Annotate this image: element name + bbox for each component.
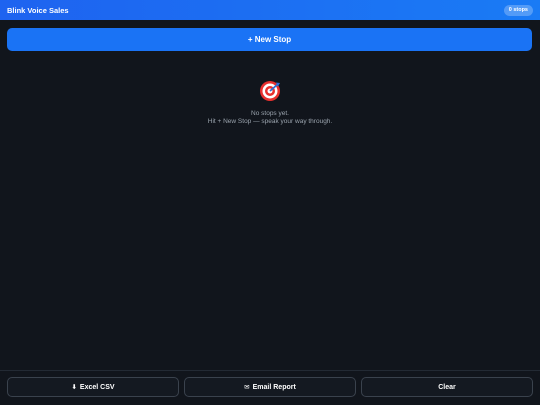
app-title: Blink Voice Sales xyxy=(7,5,69,15)
footer-bar: ⬇ Excel CSV ✉ Email Report Clear xyxy=(0,370,540,405)
stops-count-badge: 0 stops xyxy=(503,4,533,16)
envelope-icon: ✉ xyxy=(244,384,250,391)
new-stop-button[interactable]: + New Stop xyxy=(7,28,532,51)
excel-csv-button[interactable]: ⬇ Excel CSV xyxy=(7,377,179,397)
empty-message: No stops yet. xyxy=(251,110,289,117)
empty-state: No stops yet. Hit + New Stop — speak you… xyxy=(0,80,540,126)
email-report-button[interactable]: ✉ Email Report xyxy=(184,377,356,397)
clear-button[interactable]: Clear xyxy=(361,377,533,397)
empty-hint: Hit + New Stop — speak your way through. xyxy=(207,118,333,125)
app-root: Blink Voice Sales 0 stops + New Stop No … xyxy=(0,0,540,405)
email-report-label: Email Report xyxy=(252,383,296,391)
clear-label: Clear xyxy=(438,383,456,391)
target-icon xyxy=(259,80,281,102)
download-icon: ⬇ xyxy=(71,384,77,391)
top-bar: Blink Voice Sales 0 stops xyxy=(0,0,540,20)
excel-csv-label: Excel CSV xyxy=(79,383,115,391)
